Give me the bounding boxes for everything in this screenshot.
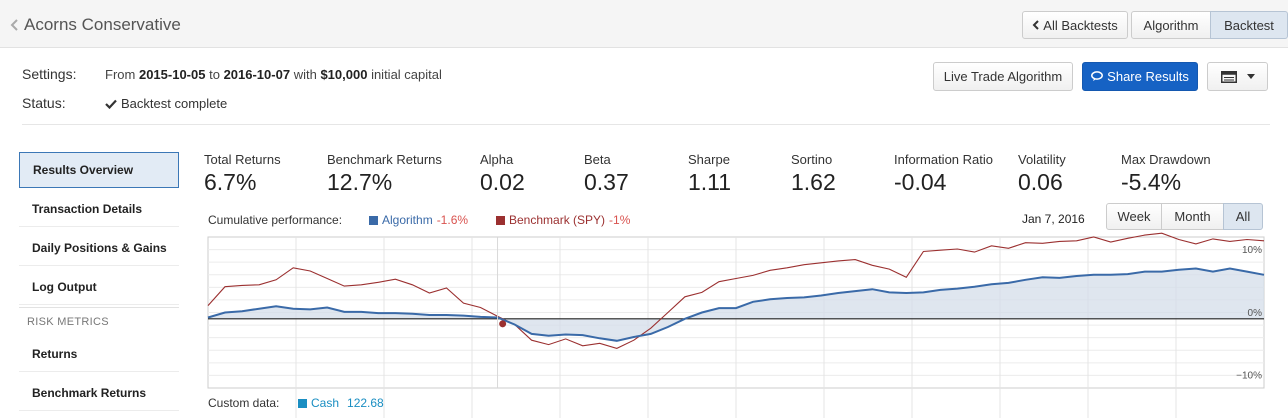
y-tick-label: 10% <box>1242 245 1262 256</box>
custom-data-label: Custom data: <box>208 396 280 410</box>
legend-cash-name: Cash <box>311 396 340 410</box>
legend-cash[interactable]: Cash 122.68 <box>298 396 384 410</box>
legend-swatch <box>298 398 307 408</box>
performance-chart[interactable]: 10% 0% −10% <box>0 0 1288 418</box>
legend-cash-value: 122.68 <box>347 396 384 410</box>
y-tick-label: −10% <box>1236 371 1262 382</box>
hover-marker <box>499 320 507 328</box>
y-tick-label: 0% <box>1248 308 1263 319</box>
